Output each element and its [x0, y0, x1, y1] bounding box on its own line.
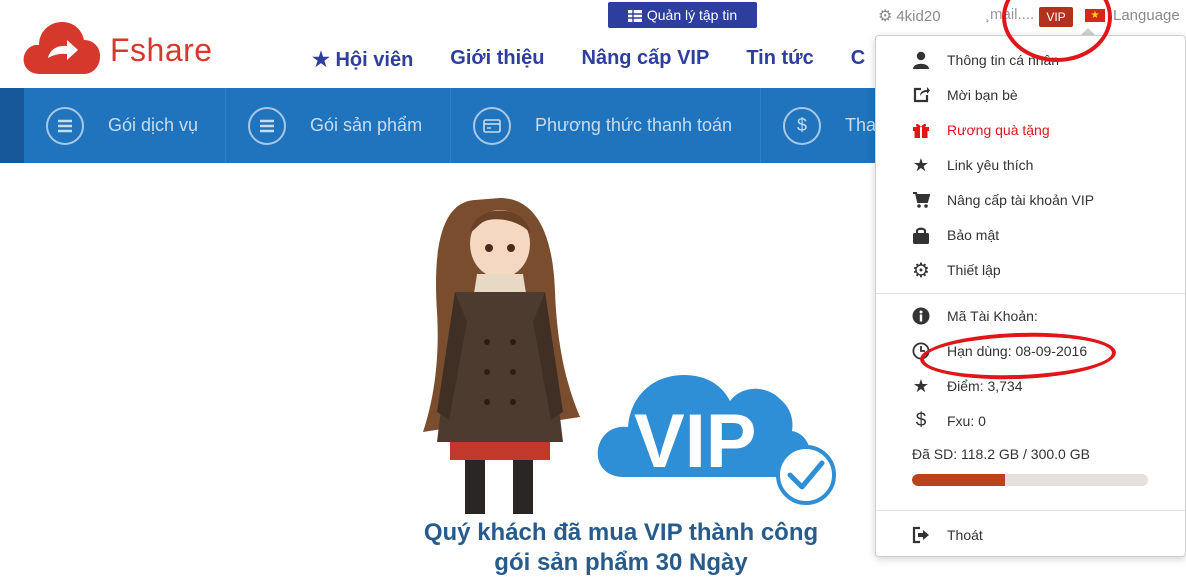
gear-icon: ⚙	[912, 259, 930, 282]
menu-item-gift-box[interactable]: Rương quà tặng	[912, 118, 1050, 142]
subnav-label: Gói dịch vụ	[108, 115, 199, 135]
storage-progress-fill	[912, 474, 1005, 486]
menu-item-logout[interactable]: Thoát	[912, 523, 983, 547]
nav-upgrade-vip[interactable]: Nâng cấp VIP	[582, 47, 710, 72]
menu-divider	[876, 510, 1185, 511]
menu-label: Rương quà tặng	[947, 122, 1050, 138]
username: 4kid20	[896, 7, 941, 25]
user-menu-toggle[interactable]: ⚙ 4kid20	[878, 6, 941, 26]
gift-icon	[911, 120, 931, 140]
nav-more[interactable]: C	[851, 47, 865, 72]
subnav-payment-methods[interactable]: Phương thức thanh toán	[451, 88, 761, 163]
storage-usage-label: Đã SD: 118.2 GB / 300.0 GB	[912, 446, 1090, 462]
star-icon: ★	[912, 154, 930, 175]
nav-members[interactable]: ★ Hội viên	[312, 47, 413, 72]
language-link[interactable]: Language	[1113, 7, 1180, 24]
nav-news[interactable]: Tin tức	[746, 47, 813, 72]
character-illustration	[423, 198, 580, 514]
star-icon: ★	[912, 375, 930, 396]
vip-cloud-icon: VIP	[597, 375, 836, 505]
logout-icon	[911, 525, 931, 545]
menu-label: Link yêu thích	[947, 157, 1034, 173]
menu-item-upgrade-vip[interactable]: Nâng cấp tài khoản VIP	[912, 188, 1094, 212]
subnav-service-packages[interactable]: Gói dịch vụ	[24, 88, 226, 163]
dollar-icon: $	[915, 410, 927, 431]
share-icon	[911, 85, 931, 105]
menu-label: Thiết lập	[947, 262, 1001, 278]
account-id: Mã Tài Khoản:	[912, 304, 1038, 328]
file-manager-button[interactable]: Quản lý tập tin	[608, 2, 757, 28]
fshare-logo[interactable]: Fshare	[22, 18, 232, 78]
brand-name: Fshare	[110, 32, 213, 68]
user-icon	[911, 50, 931, 70]
success-line-1: Quý khách đã mua VIP thành công	[423, 519, 819, 546]
file-manager-label: Quản lý tập tin	[646, 7, 738, 23]
points-value: Điểm: 3,734	[947, 378, 1023, 394]
lock-icon	[911, 225, 931, 245]
menu-item-settings[interactable]: ⚙ Thiết lập	[912, 258, 1001, 282]
table-icon	[627, 9, 642, 22]
storage-progress-bar	[912, 474, 1148, 486]
subnav-label: Phương thức thanh toán	[535, 115, 733, 135]
gear-icon: ⚙	[878, 8, 893, 25]
subnav-edge	[0, 88, 24, 163]
card-icon	[473, 106, 511, 145]
cloud-logo-icon	[23, 22, 101, 74]
menu-label: Bảo mật	[947, 227, 1000, 243]
main-nav: ★ Hội viên Giới thiệu Nâng cấp VIP Tin t…	[312, 47, 865, 72]
user-dropdown-menu: Thông tin cá nhân Mời bạn bè Rương quà t…	[875, 35, 1186, 557]
nav-about[interactable]: Giới thiệu	[450, 47, 544, 72]
success-line-2: gói sản phẩm 30 Ngày	[494, 549, 748, 576]
vip-logo-text: VIP	[634, 399, 757, 484]
fxu-value: Fxu: 0	[947, 413, 986, 429]
menu-item-security[interactable]: Bảo mật	[912, 223, 999, 247]
subnav-label: Gói sản phẩm	[310, 115, 423, 135]
account-id-label: Mã Tài Khoản:	[947, 308, 1038, 324]
list-icon	[248, 106, 286, 145]
menu-divider	[876, 293, 1185, 294]
menu-label: Thoát	[947, 527, 983, 543]
menu-item-favorite-links[interactable]: ★ Link yêu thích	[912, 153, 1033, 177]
subnav-label: Tha	[845, 115, 877, 135]
menu-item-invite-friends[interactable]: Mời bạn bè	[912, 83, 1018, 107]
subnav-product-packages[interactable]: Gói sản phẩm	[226, 88, 451, 163]
menu-label: Nâng cấp tài khoản VIP	[947, 192, 1095, 208]
info-icon	[911, 306, 931, 326]
dollar-icon: $	[783, 106, 821, 145]
menu-label: Mời bạn bè	[947, 87, 1018, 103]
account-fxu: $ Fxu: 0	[912, 409, 986, 433]
success-message: Quý khách đã mua VIP thành công gói sản …	[400, 518, 842, 578]
cart-icon	[911, 190, 931, 210]
list-icon	[46, 106, 84, 145]
